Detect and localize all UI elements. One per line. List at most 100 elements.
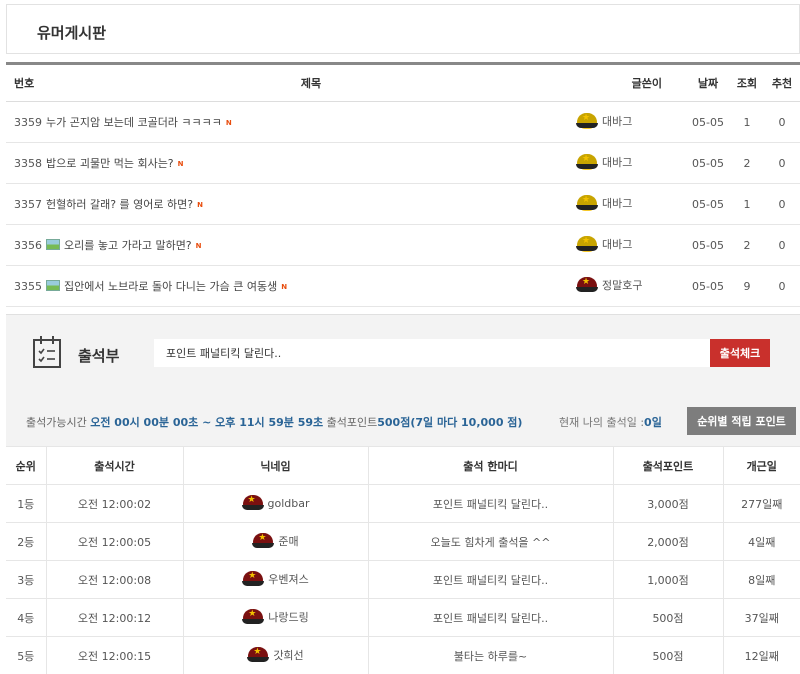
post-title-link[interactable]: 누가 곤지암 보는데 코골더라 ㅋㅋㅋㅋ <box>46 116 222 129</box>
attendance-table: 순위 출석시간 닉네임 출석 한마디 출석포인트 개근일 1등 오전 12:00:… <box>6 446 800 674</box>
nick-cell[interactable]: ★ goldbar <box>183 484 369 523</box>
nick-cell[interactable]: ★ 나랑드링 <box>183 598 369 637</box>
post-number: 3359 <box>6 101 46 143</box>
my-attendance-days: 현재 나의 출석일 :0일 <box>559 414 662 430</box>
red-cap-avatar-icon: ★ <box>242 570 265 589</box>
table-row: 2등 오전 12:00:05 ★ 준매 오늘도 힘차게 출석을 ^^ 2,000점 4일째 <box>6 522 800 561</box>
post-title-cell: 누가 곤지암 보는데 코골더라 ㅋㅋㅋㅋ N <box>46 101 576 143</box>
image-attachment-icon <box>46 280 60 291</box>
info-points-label: 출석포인트 <box>326 416 378 429</box>
rank-cell: 5등 <box>6 636 47 674</box>
post-number: 3356 <box>6 224 46 266</box>
post-title-cell: 오리를 놓고 가라고 말하면? N <box>46 224 576 266</box>
my-days-value: 0일 <box>644 416 662 429</box>
rank-cell: 3등 <box>6 560 47 599</box>
author-name[interactable]: 대바그 <box>602 238 632 251</box>
yellow-cap-avatar-icon: ★ <box>576 154 598 172</box>
comment-cell: 포인트 패널티킥 달린다.. <box>368 484 614 523</box>
nickname[interactable]: 갓희선 <box>273 649 303 662</box>
post-author[interactable]: ★ 정말호구 <box>576 265 686 307</box>
days-cell: 4일째 <box>723 522 800 561</box>
post-title-link[interactable]: 오리를 놓고 가라고 말하면? <box>64 239 192 252</box>
nick-cell[interactable]: ★ 준매 <box>183 522 369 561</box>
author-name[interactable]: 대바그 <box>602 156 632 169</box>
table-row[interactable]: 3359 누가 곤지암 보는데 코골더라 ㅋㅋㅋㅋ N ★ 대바그 05-05 1 0 <box>6 101 800 143</box>
post-date: 05-05 <box>686 183 730 225</box>
time-cell: 오전 12:00:12 <box>46 598 184 637</box>
time-cell: 오전 12:00:08 <box>46 560 184 599</box>
nickname[interactable]: 나랑드링 <box>268 611 308 624</box>
post-title-link[interactable]: 밥으로 괴물만 먹는 회사는? <box>46 157 174 170</box>
post-recommend: 0 <box>764 101 800 143</box>
board-title: 유머게시판 <box>37 24 107 42</box>
attendance-title: 출석부 <box>78 347 120 365</box>
post-title-cell: 헌혈하러 갈래? 를 영어로 하면? N <box>46 183 576 225</box>
my-days-label: 현재 나의 출석일 : <box>559 416 645 429</box>
red-cap-avatar-icon: ★ <box>247 646 270 665</box>
points-cell: 3,000점 <box>613 484 724 523</box>
attendance-check-button[interactable]: 출석체크 <box>710 339 770 367</box>
new-badge-icon: N <box>195 242 202 250</box>
post-views: 9 <box>730 265 764 307</box>
table-row: 1등 오전 12:00:02 ★ goldbar 포인트 패널티킥 달린다.. 3,000… <box>6 484 800 523</box>
col-author: 글쓴이 <box>576 63 686 102</box>
info-time: 오전 00시 00분 00초 ~ 오후 11시 59분 59초 <box>90 416 324 429</box>
new-badge-icon: N <box>197 201 203 209</box>
posts-table: 번호 제목 글쓴이 날짜 조회 추천 3359 누가 곤지암 보는데 코골더라 ㅋ… <box>6 62 800 307</box>
table-row[interactable]: 3356 오리를 놓고 가라고 말하면? N ★ 대바그 05-05 2 0 <box>6 224 800 266</box>
author-name[interactable]: 대바그 <box>602 115 632 128</box>
table-row[interactable]: 3357 헌혈하러 갈래? 를 영어로 하면? N ★ 대바그 05-05 1 0 <box>6 183 800 225</box>
author-name[interactable]: 대바그 <box>602 197 632 210</box>
col-nick: 닉네임 <box>183 446 369 485</box>
post-number: 3358 <box>6 142 46 184</box>
post-date: 05-05 <box>686 224 730 266</box>
col-no: 번호 <box>6 63 46 102</box>
comment-cell: 포인트 패널티킥 달린다.. <box>368 598 614 637</box>
post-views: 2 <box>730 224 764 266</box>
post-recommend: 0 <box>764 265 800 307</box>
nickname[interactable]: 우벤져스 <box>268 573 308 586</box>
rank-points-button[interactable]: 순위별 적립 포인트 <box>687 407 796 435</box>
comment-cell: 포인트 패널티킥 달린다.. <box>368 560 614 599</box>
new-badge-icon: N <box>177 160 184 168</box>
post-author[interactable]: ★ 대바그 <box>576 183 686 225</box>
col-points: 출석포인트 <box>613 446 724 485</box>
table-row: 5등 오전 12:00:15 ★ 갓희선 불타는 하루를~ 500점 12일째 <box>6 636 800 674</box>
attendance-info: 출석가능시간 오전 00시 00분 00초 ~ 오후 11시 59분 59초 출… <box>26 414 522 430</box>
yellow-cap-avatar-icon: ★ <box>576 236 598 254</box>
points-cell: 500점 <box>613 598 724 637</box>
board-header: 유머게시판 <box>6 4 800 54</box>
post-title-link[interactable]: 헌혈하러 갈래? 를 영어로 하면? <box>46 198 193 211</box>
red-cap-avatar-icon: ★ <box>576 277 598 295</box>
post-views: 1 <box>730 101 764 143</box>
nick-cell[interactable]: ★ 우벤져스 <box>183 560 369 599</box>
nickname[interactable]: goldbar <box>268 497 310 510</box>
new-badge-icon: N <box>281 283 288 291</box>
info-prefix: 출석가능시간 <box>26 416 87 429</box>
col-time: 출석시간 <box>46 446 184 485</box>
attendance-comment-input[interactable] <box>154 339 710 367</box>
rank-cell: 4등 <box>6 598 47 637</box>
post-author[interactable]: ★ 대바그 <box>576 142 686 184</box>
time-cell: 오전 12:00:02 <box>46 484 184 523</box>
nickname[interactable]: 준매 <box>278 535 298 548</box>
table-row[interactable]: 3358 밥으로 괴물만 먹는 회사는? N ★ 대바그 05-05 2 0 <box>6 142 800 184</box>
image-attachment-icon <box>46 239 60 250</box>
nick-cell[interactable]: ★ 갓희선 <box>183 636 369 674</box>
points-cell: 2,000점 <box>613 522 724 561</box>
red-cap-avatar-icon: ★ <box>241 494 264 513</box>
author-name[interactable]: 정말호구 <box>602 279 642 292</box>
attendance-header-row: 순위 출석시간 닉네임 출석 한마디 출석포인트 개근일 <box>6 446 800 485</box>
table-row[interactable]: 3355 집안에서 노브라로 돌아 다니는 가슴 큰 여동생 N ★ 정말호구 05-05… <box>6 265 800 307</box>
col-days: 개근일 <box>723 446 800 485</box>
posts-header-row: 번호 제목 글쓴이 날짜 조회 추천 <box>6 63 800 102</box>
col-recommend: 추천 <box>764 63 800 102</box>
post-author[interactable]: ★ 대바그 <box>576 224 686 266</box>
col-say: 출석 한마디 <box>368 446 614 485</box>
points-cell: 1,000점 <box>613 560 724 599</box>
days-cell: 37일째 <box>723 598 800 637</box>
post-title-link[interactable]: 집안에서 노브라로 돌아 다니는 가슴 큰 여동생 <box>64 280 277 293</box>
table-row: 4등 오전 12:00:12 ★ 나랑드링 포인트 패널티킥 달린다.. 500점 37일째 <box>6 598 800 637</box>
yellow-cap-avatar-icon: ★ <box>576 113 598 131</box>
post-author[interactable]: ★ 대바그 <box>576 101 686 143</box>
